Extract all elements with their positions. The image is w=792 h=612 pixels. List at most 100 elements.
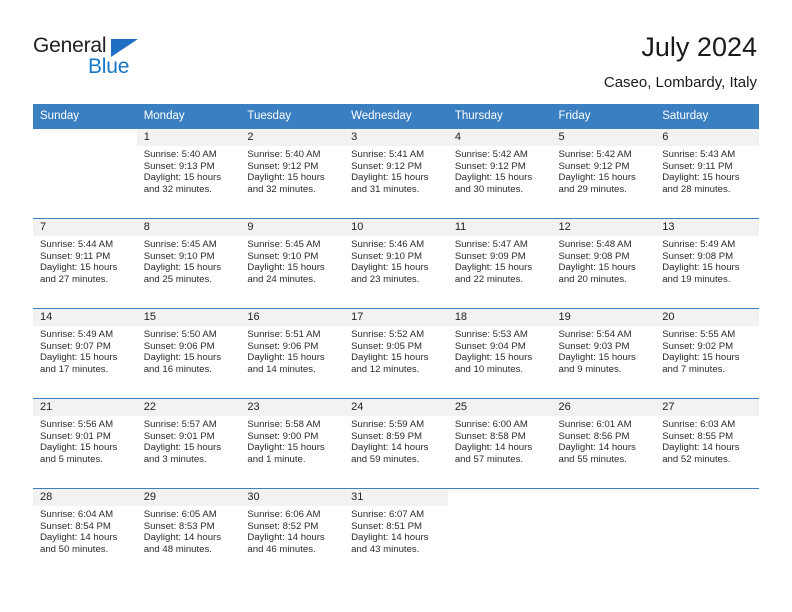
sunset-text: Sunset: 9:03 PM (558, 340, 630, 352)
daylight-text-line2: and 25 minutes. (143, 273, 212, 285)
daylight-text-line1: Daylight: 14 hours (351, 442, 429, 454)
sunrise-text: Sunrise: 5:41 AM (351, 149, 425, 160)
day-sun-info: Sunrise: 5:45 AM Sunset: 9:10 PM Daylight:… (240, 236, 344, 285)
day-sun-info: Sunrise: 5:59 AM Sunset: 8:59 PM Daylight:… (344, 416, 448, 465)
day-number: 14 (33, 309, 137, 326)
calendar-day-cell[interactable]: 28 Sunrise: 6:04 AM Sunset: 8:54 PM Dayligh… (33, 488, 137, 578)
calendar-day-cell[interactable]: 10 Sunrise: 5:46 AM Sunset: 9:10 PM Dayligh… (344, 218, 448, 309)
calendar-day-cell[interactable]: 18 Sunrise: 5:53 AM Sunset: 9:04 PM Dayligh… (447, 308, 552, 399)
sunrise-text: Sunrise: 5:54 AM (558, 329, 632, 340)
daylight-text-line1: Daylight: 15 hours (558, 262, 636, 274)
daylight-text-line2: and 9 minutes. (558, 363, 622, 375)
calendar-day-cell[interactable]: 31 Sunrise: 6:07 AM Sunset: 8:51 PM Dayligh… (344, 488, 448, 578)
calendar-day-cell[interactable]: 26 Sunrise: 6:01 AM Sunset: 8:56 PM Dayligh… (551, 398, 656, 489)
calendar-day-cell[interactable]: 15 Sunrise: 5:50 AM Sunset: 9:06 PM Dayligh… (136, 308, 241, 399)
sunrise-text: Sunrise: 5:47 AM (454, 239, 528, 250)
daylight-text-line1: Daylight: 15 hours (558, 352, 636, 364)
calendar-page: General Blue July 2024 Caseo, Lombardy, … (0, 0, 792, 612)
sunrise-text: Sunrise: 5:43 AM (662, 149, 736, 160)
day-cell-content: 22 Sunrise: 5:57 AM Sunset: 9:01 PM Dayligh… (136, 399, 241, 488)
sunset-text: Sunset: 9:07 PM (40, 340, 111, 352)
calendar-day-cell[interactable]: 14 Sunrise: 5:49 AM Sunset: 9:07 PM Dayligh… (33, 308, 137, 399)
calendar-day-cell[interactable]: 30 Sunrise: 6:06 AM Sunset: 8:52 PM Dayligh… (240, 488, 345, 578)
calendar-day-cell[interactable]: 27 Sunrise: 6:03 AM Sunset: 8:55 PM Dayligh… (655, 398, 759, 489)
day-sun-info: Sunrise: 5:56 AM Sunset: 9:01 PM Daylight:… (33, 416, 137, 465)
day-number: 20 (655, 309, 759, 326)
calendar-day-cell[interactable] (551, 488, 656, 578)
calendar-week-row: 1 Sunrise: 5:40 AM Sunset: 9:13 PM Daylight… (33, 128, 759, 219)
daylight-text-line1: Daylight: 15 hours (454, 172, 533, 184)
day-number: 10 (344, 219, 448, 236)
day-number: 21 (33, 399, 137, 416)
day-cell-content: 8 Sunrise: 5:45 AM Sunset: 9:10 PM Daylight… (136, 219, 241, 308)
daylight-text-line1: Daylight: 15 hours (247, 172, 325, 184)
day-cell-content: 24 Sunrise: 5:59 AM Sunset: 8:59 PM Dayligh… (344, 399, 448, 488)
day-cell-content: 25 Sunrise: 6:00 AM Sunset: 8:58 PM Dayligh… (447, 399, 552, 488)
sunrise-text: Sunrise: 5:53 AM (454, 329, 528, 340)
calendar-day-cell[interactable]: 20 Sunrise: 5:55 AM Sunset: 9:02 PM Dayligh… (655, 308, 759, 399)
general-blue-logo: General Blue (33, 34, 163, 84)
calendar-day-cell[interactable]: 22 Sunrise: 5:57 AM Sunset: 9:01 PM Dayligh… (136, 398, 241, 489)
sunset-text: Sunset: 9:13 PM (143, 160, 215, 172)
calendar-day-cell[interactable]: 25 Sunrise: 6:00 AM Sunset: 8:58 PM Dayligh… (447, 398, 552, 489)
day-sun-info: Sunrise: 5:53 AM Sunset: 9:04 PM Daylight:… (448, 326, 552, 375)
sunset-text: Sunset: 9:02 PM (662, 340, 734, 352)
day-cell-empty (655, 489, 759, 578)
calendar-day-cell[interactable]: 3 Sunrise: 5:41 AM Sunset: 9:12 PM Daylight… (344, 128, 448, 219)
day-sun-info: Sunrise: 5:41 AM Sunset: 9:12 PM Daylight:… (344, 146, 448, 195)
daylight-text-line2: and 27 minutes. (40, 273, 109, 285)
sunrise-text: Sunrise: 5:59 AM (351, 419, 425, 430)
calendar-day-cell[interactable]: 2 Sunrise: 5:40 AM Sunset: 9:12 PM Daylight… (240, 128, 345, 219)
daylight-text-line2: and 59 minutes. (351, 453, 420, 465)
day-sun-info: Sunrise: 6:04 AM Sunset: 8:54 PM Daylight:… (33, 506, 137, 555)
calendar-day-cell[interactable]: 11 Sunrise: 5:47 AM Sunset: 9:09 PM Dayligh… (447, 218, 552, 309)
day-number: 25 (447, 399, 552, 416)
day-number: 28 (33, 489, 137, 506)
sunrise-text: Sunrise: 5:45 AM (247, 239, 321, 250)
calendar-day-cell[interactable]: 13 Sunrise: 5:49 AM Sunset: 9:08 PM Dayligh… (655, 218, 759, 309)
sunset-text: Sunset: 9:06 PM (247, 340, 319, 352)
daylight-text-line1: Daylight: 14 hours (351, 532, 429, 544)
daylight-text-line2: and 32 minutes. (143, 183, 212, 195)
sunset-text: Sunset: 8:59 PM (351, 430, 423, 442)
day-number: 8 (136, 219, 241, 236)
calendar-day-cell[interactable]: 1 Sunrise: 5:40 AM Sunset: 9:13 PM Daylight… (136, 128, 241, 219)
calendar-day-cell[interactable]: 29 Sunrise: 6:05 AM Sunset: 8:53 PM Dayligh… (136, 488, 241, 578)
sunset-text: Sunset: 9:12 PM (454, 160, 526, 172)
calendar-day-cell[interactable]: 9 Sunrise: 5:45 AM Sunset: 9:10 PM Daylight… (240, 218, 345, 309)
calendar-day-cell[interactable]: 24 Sunrise: 5:59 AM Sunset: 8:59 PM Dayligh… (344, 398, 448, 489)
sunrise-text: Sunrise: 5:42 AM (558, 149, 632, 160)
calendar-day-cell[interactable]: 6 Sunrise: 5:43 AM Sunset: 9:11 PM Daylight… (655, 128, 759, 219)
calendar-day-cell[interactable]: 5 Sunrise: 5:42 AM Sunset: 9:12 PM Daylight… (551, 128, 656, 219)
day-cell-content: 20 Sunrise: 5:55 AM Sunset: 9:02 PM Dayligh… (655, 309, 759, 398)
calendar-day-cell[interactable]: 16 Sunrise: 5:51 AM Sunset: 9:06 PM Dayligh… (240, 308, 345, 399)
daylight-text-line2: and 1 minute. (247, 453, 306, 465)
day-number: 5 (551, 129, 656, 146)
calendar-day-cell[interactable] (33, 128, 137, 219)
day-cell-content: 5 Sunrise: 5:42 AM Sunset: 9:12 PM Daylight… (551, 129, 656, 218)
calendar-day-cell[interactable] (655, 488, 759, 578)
sunset-text: Sunset: 9:09 PM (454, 250, 526, 262)
day-number: 2 (240, 129, 345, 146)
calendar-day-cell[interactable]: 12 Sunrise: 5:48 AM Sunset: 9:08 PM Dayligh… (551, 218, 656, 309)
sunrise-text: Sunrise: 5:46 AM (351, 239, 425, 250)
day-sun-info: Sunrise: 5:49 AM Sunset: 9:07 PM Daylight:… (33, 326, 137, 375)
calendar-day-cell[interactable]: 21 Sunrise: 5:56 AM Sunset: 9:01 PM Dayligh… (33, 398, 137, 489)
calendar-day-cell[interactable]: 8 Sunrise: 5:45 AM Sunset: 9:10 PM Daylight… (136, 218, 241, 309)
calendar-day-cell[interactable]: 4 Sunrise: 5:42 AM Sunset: 9:12 PM Daylight… (447, 128, 552, 219)
calendar-day-cell[interactable] (447, 488, 552, 578)
calendar-day-cell[interactable]: 19 Sunrise: 5:54 AM Sunset: 9:03 PM Dayligh… (551, 308, 656, 399)
calendar-day-cell[interactable]: 7 Sunrise: 5:44 AM Sunset: 9:11 PM Daylight… (33, 218, 137, 309)
day-sun-info: Sunrise: 5:44 AM Sunset: 9:11 PM Daylight:… (33, 236, 137, 285)
calendar-day-cell[interactable]: 23 Sunrise: 5:58 AM Sunset: 9:00 PM Dayligh… (240, 398, 345, 489)
daylight-text-line2: and 5 minutes. (40, 453, 103, 465)
daylight-text-line1: Daylight: 15 hours (143, 352, 222, 364)
daylight-text-line2: and 50 minutes. (40, 543, 109, 555)
day-cell-content: 17 Sunrise: 5:52 AM Sunset: 9:05 PM Dayligh… (344, 309, 448, 398)
calendar-day-cell[interactable]: 17 Sunrise: 5:52 AM Sunset: 9:05 PM Dayligh… (344, 308, 448, 399)
day-cell-content: 19 Sunrise: 5:54 AM Sunset: 9:03 PM Dayligh… (551, 309, 656, 398)
daylight-text-line2: and 17 minutes. (40, 363, 109, 375)
sunset-text: Sunset: 8:56 PM (558, 430, 630, 442)
daylight-text-line1: Daylight: 15 hours (143, 442, 222, 454)
weekday-header-sunday: Sunday (33, 104, 137, 129)
